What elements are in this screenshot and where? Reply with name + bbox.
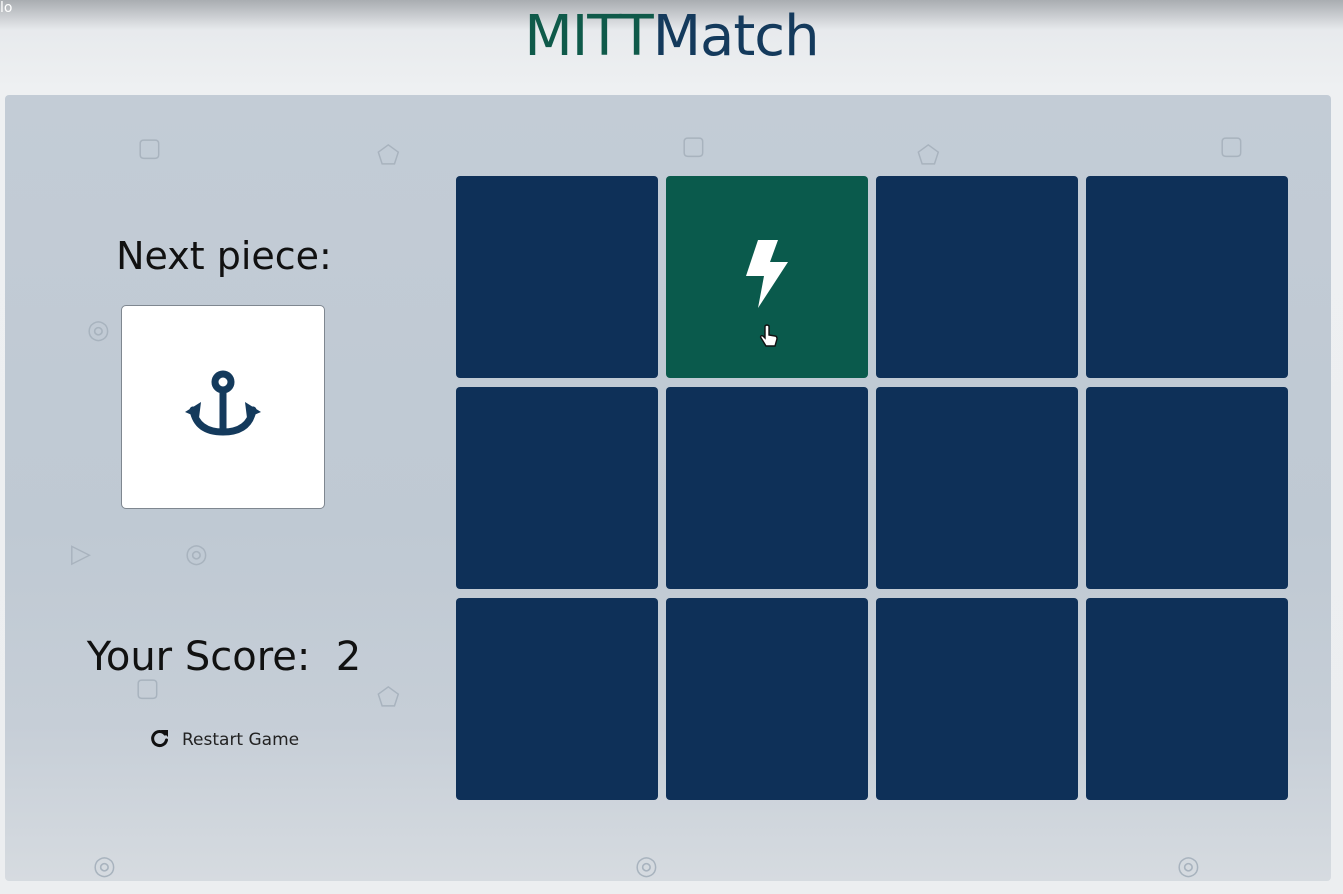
board-tile-revealed[interactable]: [666, 176, 868, 378]
board-tile[interactable]: [1086, 598, 1288, 800]
restart-label: Restart Game: [182, 730, 300, 750]
game-title: MITTMatch: [0, 2, 1343, 72]
decor-circle-icon: ◎: [185, 539, 208, 569]
decor-circle-icon: ◎: [1177, 851, 1200, 881]
title-part-mitt: MITT: [524, 4, 653, 69]
next-piece-box: [121, 305, 325, 509]
board-tile[interactable]: [1086, 387, 1288, 589]
refresh-icon: [150, 728, 170, 752]
board-tile[interactable]: [666, 387, 868, 589]
decor-circle-icon: ◎: [93, 851, 116, 881]
score-value: 2: [335, 634, 362, 680]
restart-game-button[interactable]: Restart Game: [150, 728, 299, 752]
decor-circle-icon: ◎: [635, 851, 658, 881]
decor-pentagon-icon: ⬠: [377, 683, 400, 713]
lightning-icon: [744, 240, 790, 314]
score-display: Your Score: 2: [0, 634, 448, 680]
decor-square-icon: ▢: [137, 133, 162, 163]
board-tile[interactable]: [1086, 176, 1288, 378]
board-tile[interactable]: [876, 387, 1078, 589]
title-part-match: Match: [652, 4, 820, 69]
anchor-icon: [185, 370, 261, 444]
board-tile[interactable]: [456, 598, 658, 800]
decor-triangle-icon: ▷: [71, 539, 91, 569]
next-piece-label: Next piece:: [116, 234, 332, 278]
board-tile[interactable]: [876, 176, 1078, 378]
decor-square-icon: ▢: [681, 131, 706, 161]
game-board: [456, 176, 1290, 800]
board-tile[interactable]: [456, 176, 658, 378]
decor-circle-icon: ◎: [87, 315, 110, 345]
decor-square-icon: ▢: [1219, 131, 1244, 161]
score-label: Your Score:: [86, 634, 311, 680]
hand-pointer-icon: [758, 324, 780, 354]
board-tile[interactable]: [456, 387, 658, 589]
decor-pentagon-icon: ⬠: [377, 141, 400, 171]
board-tile[interactable]: [666, 598, 868, 800]
decor-pentagon-icon: ⬠: [917, 141, 940, 171]
board-tile[interactable]: [876, 598, 1078, 800]
